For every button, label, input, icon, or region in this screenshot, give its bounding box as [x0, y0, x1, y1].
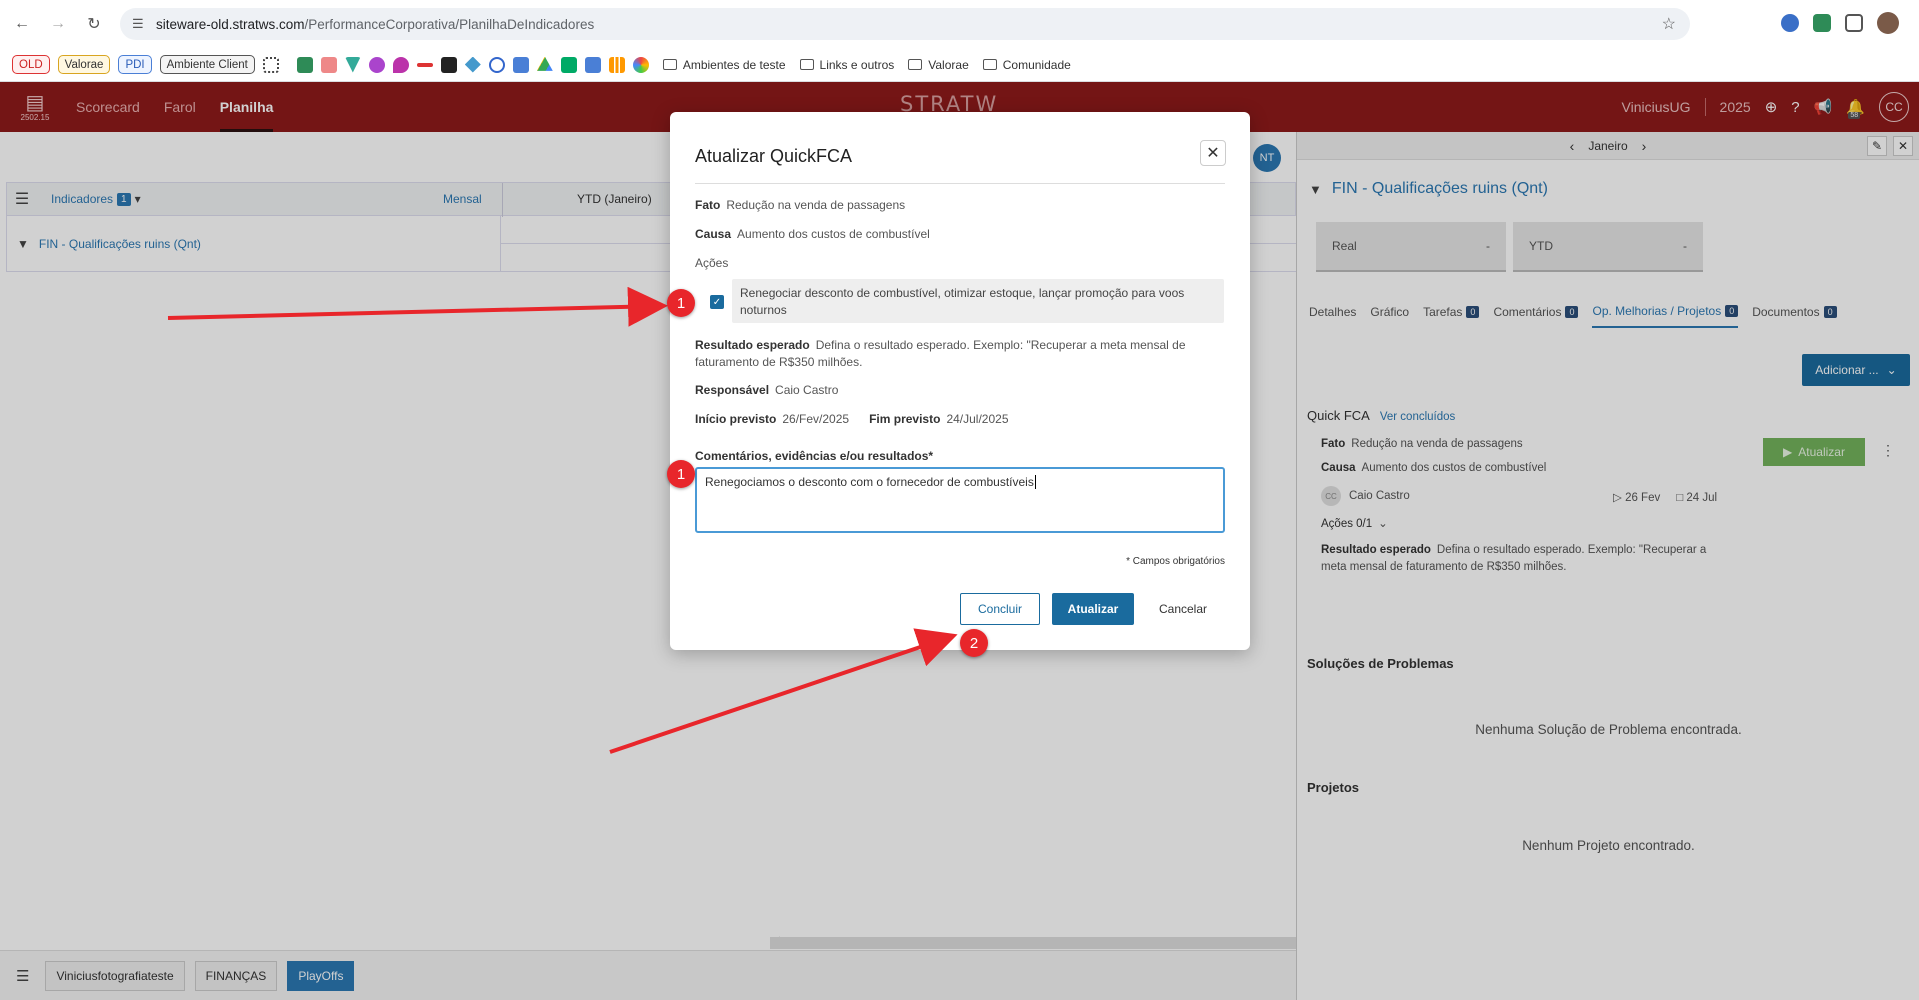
bookmark-folder-label: Links e outros	[819, 57, 895, 72]
url-host: siteware-old.stratws.com	[156, 16, 305, 32]
bookmark-icon[interactable]	[416, 62, 433, 67]
comentarios-value: Renegociamos o desconto com o fornecedor…	[705, 475, 1034, 489]
back-icon[interactable]: ←	[8, 10, 36, 38]
bookmark-pdi[interactable]: PDI	[118, 55, 152, 74]
bookmark-icon[interactable]	[632, 56, 649, 73]
annotation-marker-1: 1	[667, 289, 695, 317]
bookmark-star-icon[interactable]: ☆	[1662, 14, 1676, 34]
resultado-row: Resultado esperado Defina o resultado esp…	[695, 337, 1225, 371]
forward-icon[interactable]: →	[44, 10, 72, 38]
drive-icon[interactable]	[536, 56, 553, 71]
causa-label: Causa	[695, 227, 732, 241]
divider	[695, 183, 1225, 184]
bookmark-folder-label: Comunidade	[1002, 57, 1071, 72]
close-icon[interactable]: ✕	[1200, 140, 1226, 166]
extension-icon[interactable]	[1813, 14, 1831, 32]
text-cursor	[1034, 475, 1036, 489]
resultado-text-2: faturamento de R$350 milhões.	[695, 355, 863, 369]
url-path: /PerformanceCorporativa/PlanilhaDeIndica…	[304, 16, 595, 32]
comentarios-field[interactable]: Renegociamos o desconto com o fornecedor…	[695, 467, 1225, 533]
causa-row: Causa Aumento dos custos de combustível	[695, 227, 930, 241]
bookmark-folder[interactable]: Valorae	[908, 57, 969, 72]
fato-value: Redução na venda de passagens	[726, 198, 906, 212]
profile-avatar[interactable]	[1877, 12, 1899, 34]
causa-value: Aumento dos custos de combustível	[737, 227, 930, 241]
bookmark-folder-label: Valorae	[928, 57, 969, 72]
browser-toolbar: ← → ↻ ☰ siteware-old.stratws.com/Perform…	[0, 0, 1919, 48]
concluir-button[interactable]: Concluir	[960, 593, 1040, 625]
bookmark-icon[interactable]	[464, 56, 481, 73]
site-settings-icon[interactable]: ☰	[132, 16, 144, 32]
responsavel-label: Responsável	[695, 383, 770, 397]
bookmark-old[interactable]: OLD	[12, 55, 50, 74]
bookmarks-bar: OLD Valorae PDI Ambiente Client Ambiente…	[0, 48, 1919, 82]
bookmark-icon[interactable]	[296, 56, 313, 73]
comentarios-label: Comentários, evidências e/ou resultados*	[695, 449, 934, 463]
required-note: * Campos obrigatórios	[1126, 556, 1225, 567]
bookmark-icon[interactable]	[488, 56, 505, 73]
reload-icon[interactable]: ↻	[80, 10, 108, 38]
cancelar-button[interactable]: Cancelar	[1148, 593, 1218, 625]
acao-checkbox[interactable]: ✓	[710, 295, 724, 309]
annotation-marker-1b: 1	[667, 460, 695, 488]
extensions-area	[1781, 12, 1899, 34]
acao-item: Renegociar desconto de combustível, otim…	[732, 279, 1224, 323]
bookmark-icon[interactable]	[344, 56, 361, 73]
annotation-marker-2: 2	[960, 629, 988, 657]
extension-icon[interactable]	[1781, 14, 1799, 32]
bookmark-icon[interactable]	[584, 56, 601, 73]
folder-icon	[908, 59, 923, 70]
bookmark-folder-label: Ambientes de teste	[682, 57, 786, 72]
bookmark-valorae[interactable]: Valorae	[57, 55, 111, 74]
fato-row: Fato Redução na venda de passagens	[695, 198, 905, 212]
modal-title: Atualizar QuickFCA	[695, 146, 853, 166]
folder-icon	[799, 59, 814, 70]
bookmark-icon[interactable]	[320, 56, 337, 73]
bookmark-icon[interactable]	[392, 56, 409, 73]
acoes-label: Ações	[695, 256, 729, 270]
inicio-value: 26/Fev/2025	[782, 412, 850, 426]
bookmark-icon[interactable]	[368, 56, 385, 73]
apps-grid-icon[interactable]	[262, 56, 279, 73]
atualizar-quickfca-modal: Atualizar QuickFCA ✕ Fato Redução na vend…	[670, 112, 1250, 650]
resultado-label: Resultado esperado	[695, 338, 810, 352]
puzzle-icon[interactable]	[1845, 14, 1863, 32]
responsavel-row: Responsável Caio Castro	[695, 383, 838, 397]
fato-label: Fato	[695, 198, 721, 212]
bookmark-ambiente-client[interactable]: Ambiente Client	[159, 55, 255, 74]
bookmark-icon[interactable]	[560, 56, 577, 73]
bookmark-icon[interactable]	[608, 56, 625, 73]
responsavel-value: Caio Castro	[775, 383, 839, 397]
bookmark-icon[interactable]	[440, 56, 457, 73]
fim-label: Fim previsto	[869, 412, 941, 426]
bookmark-folder[interactable]: Links e outros	[799, 57, 895, 72]
resultado-text-1: Defina o resultado esperado. Exemplo: "R…	[815, 338, 1186, 352]
folder-icon	[982, 59, 997, 70]
folder-icon	[662, 59, 677, 70]
fim-value: 24/Jul/2025	[946, 412, 1009, 426]
inicio-label: Início previsto	[695, 412, 777, 426]
address-bar[interactable]: ☰ siteware-old.stratws.com/PerformanceCo…	[120, 8, 1690, 40]
bookmark-icon[interactable]	[512, 56, 529, 73]
bookmark-folder[interactable]: Ambientes de teste	[662, 57, 786, 72]
bookmark-folder[interactable]: Comunidade	[982, 57, 1071, 72]
dates-row: Início previsto 26/Fev/2025 Fim previsto 24…	[695, 412, 1009, 426]
atualizar-button[interactable]: Atualizar	[1052, 593, 1134, 625]
